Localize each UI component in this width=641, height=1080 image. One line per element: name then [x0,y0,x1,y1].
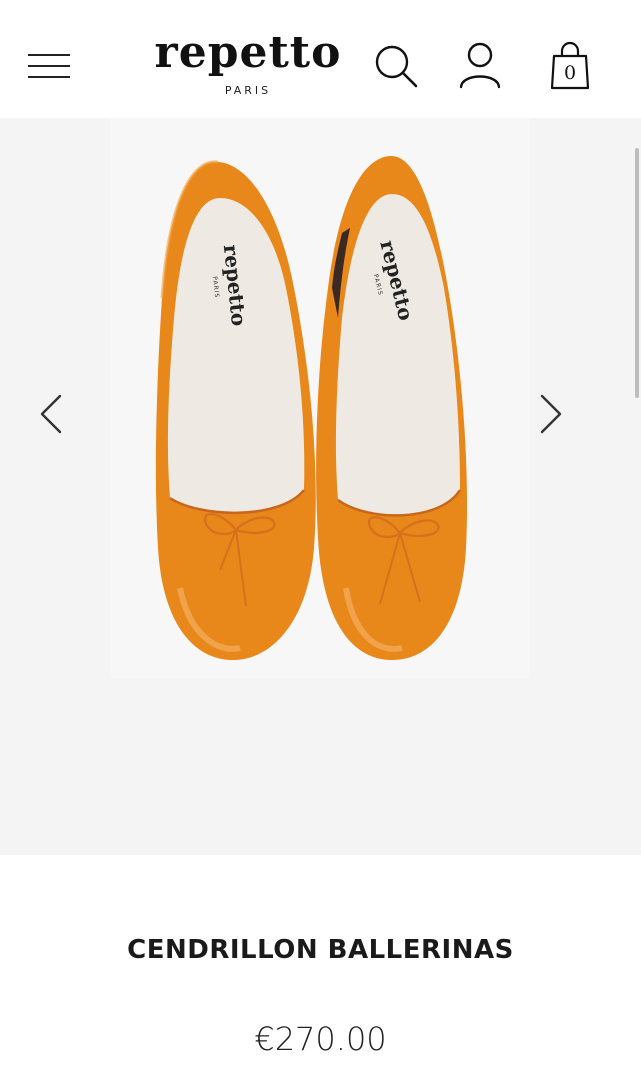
product-title: CENDRILLON BALLERINAS [127,935,514,965]
left-shoe: repetto PARIS [155,160,316,661]
menu-line [28,76,70,78]
bag-count-badge: 0 [563,62,577,84]
scrollbar-thumb[interactable] [635,148,639,398]
search-icon[interactable] [372,42,420,90]
product-image: repetto PARIS repetto PARIS [110,118,530,678]
user-icon[interactable] [456,40,504,90]
hamburger-menu-icon[interactable] [28,50,72,82]
logo-subtext: PARIS [224,84,272,97]
menu-line [28,54,70,56]
shopping-bag-icon[interactable]: 0 [548,40,592,92]
right-shoe: repetto PARIS [316,155,468,660]
brand-logo[interactable]: repetto PARIS [138,28,358,106]
product-price: €270.00 [254,1020,387,1058]
site-header: repetto PARIS 0 [0,0,641,118]
product-image-gallery[interactable]: repetto PARIS repetto PARIS [0,118,641,855]
product-page: repetto PARIS 0 repetto PARIS repetto PA… [0,0,641,1080]
chevron-left-icon[interactable] [34,384,68,444]
scrollbar[interactable] [633,148,641,398]
menu-line [28,65,70,67]
chevron-right-icon[interactable] [534,384,568,444]
logo-wordmark: repetto [154,27,342,78]
